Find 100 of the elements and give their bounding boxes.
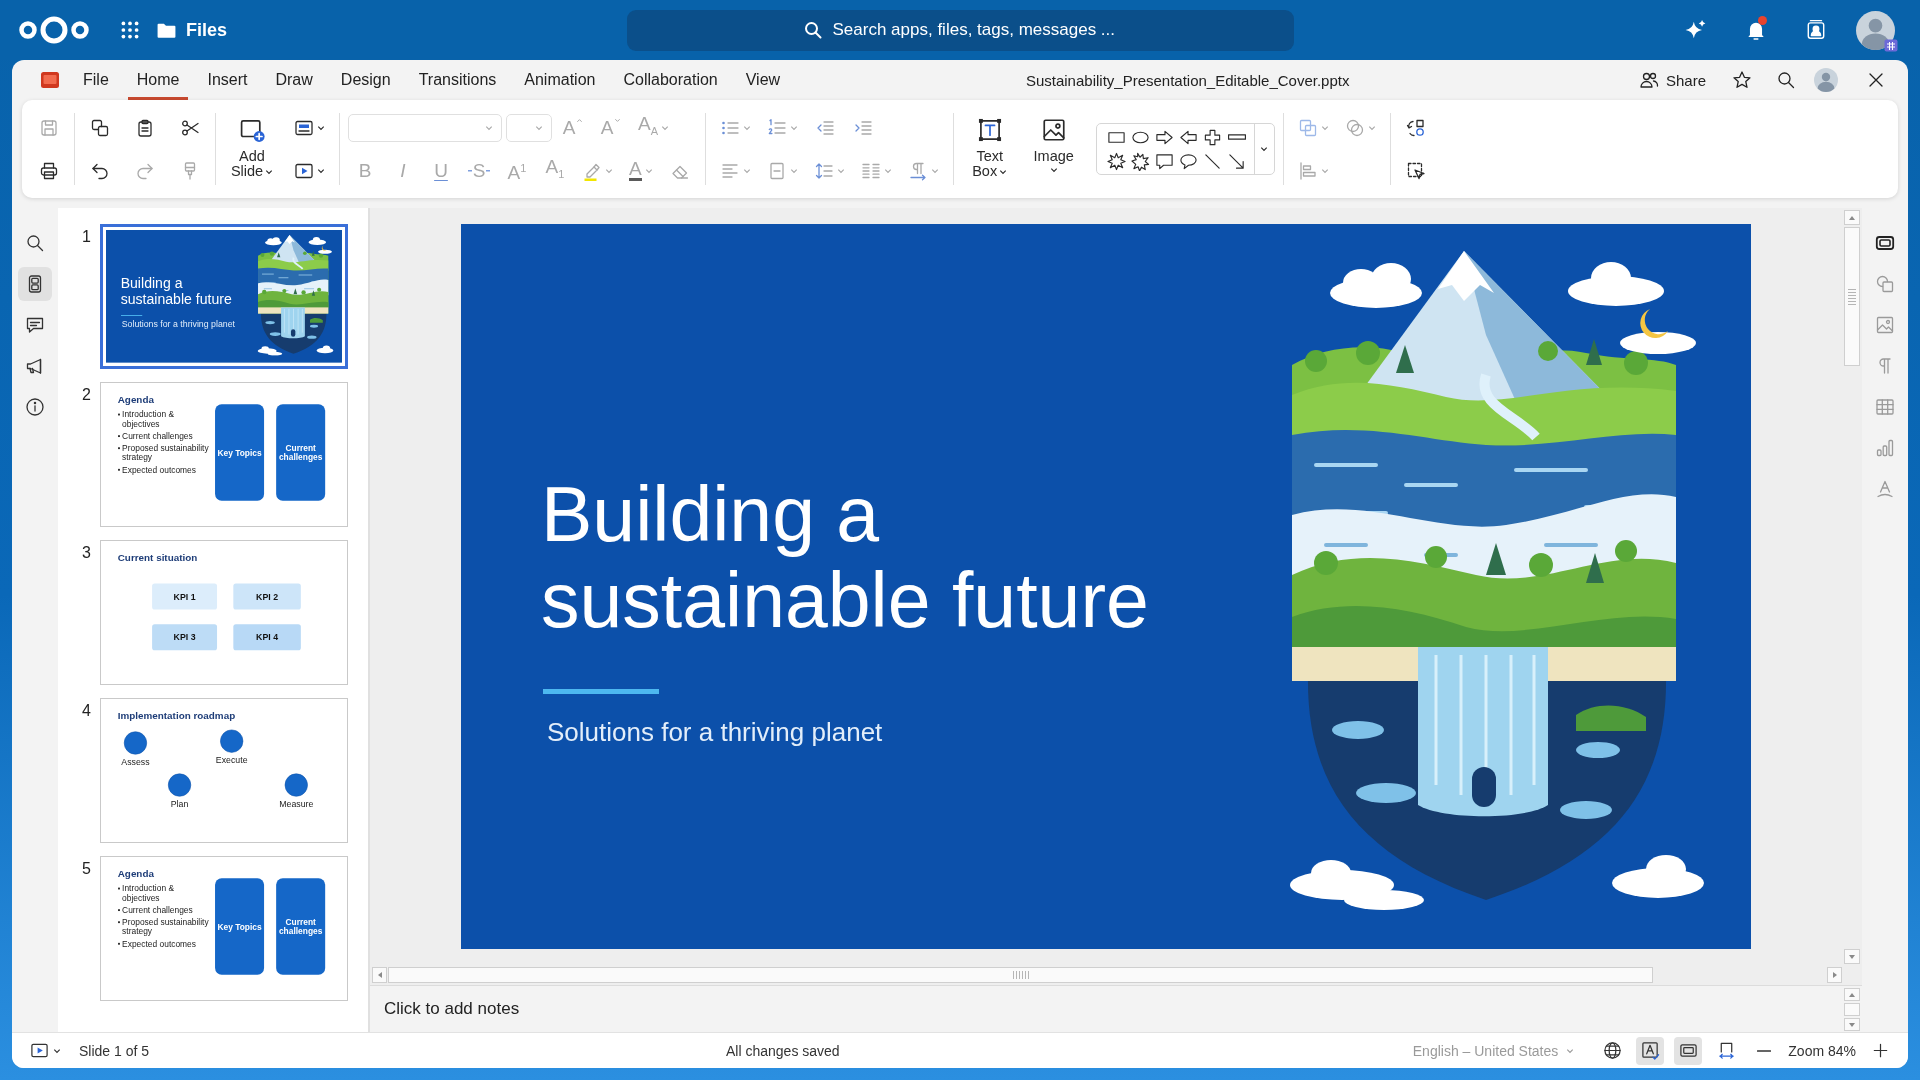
scroll-down-button[interactable] bbox=[1844, 949, 1860, 964]
three-rings-logo[interactable] bbox=[18, 15, 90, 45]
search-icon bbox=[1776, 70, 1796, 90]
diagonal-arrow-icon bbox=[1227, 151, 1247, 171]
slide-thumbnail[interactable]: Current situation KPI 1 KPI 2 KPI 3 KPI 4 bbox=[100, 540, 348, 685]
user-avatar[interactable] bbox=[1856, 10, 1895, 50]
document-title: Sustainability_Presentation_Editable_Cover.pptx bbox=[1025, 71, 1350, 89]
bullet-text: Proposed sustainability strategy bbox=[121, 442, 210, 462]
fit-slide-button[interactable] bbox=[1674, 1036, 1703, 1065]
stacked-squares-icon bbox=[1297, 117, 1318, 138]
star-icon bbox=[1732, 70, 1752, 90]
slide-title: Building a sustainable future bbox=[120, 275, 233, 307]
caret-icon bbox=[1049, 166, 1058, 174]
clipboard-icon bbox=[135, 117, 155, 138]
step-label: Execute bbox=[215, 754, 248, 765]
files-link[interactable]: Files bbox=[156, 19, 228, 41]
notes-field[interactable]: Click to add notes bbox=[370, 986, 1842, 1032]
add-slide-button[interactable]: Add Slide bbox=[224, 109, 280, 189]
kpi-tile: KPI 3 bbox=[151, 623, 217, 650]
overlapping-squares-icon bbox=[90, 117, 110, 138]
minus-bar-icon bbox=[1227, 134, 1246, 140]
menu-tab[interactable]: File bbox=[74, 60, 118, 100]
caret-icon bbox=[789, 166, 798, 175]
step-circle bbox=[167, 773, 191, 797]
bullet-text: Introduction & objectives bbox=[121, 883, 175, 903]
step-circle bbox=[123, 730, 147, 754]
scroll-right-button[interactable] bbox=[1827, 967, 1842, 983]
spell-check-button[interactable] bbox=[1636, 1036, 1665, 1065]
slide-frame-icon bbox=[1875, 233, 1895, 253]
slide-heading: Agenda bbox=[117, 867, 154, 880]
scrollbar-thumb[interactable] bbox=[388, 967, 1654, 983]
triangle-down-icon bbox=[1848, 1020, 1856, 1029]
slide-heading: Current situation bbox=[117, 551, 197, 564]
scrollbar-thumb[interactable] bbox=[1844, 227, 1860, 366]
caret-icon bbox=[999, 168, 1008, 176]
menu-tab[interactable]: Transitions bbox=[409, 60, 506, 100]
caret-icon bbox=[485, 123, 493, 132]
step-label: Assess bbox=[120, 756, 150, 767]
globe-icon bbox=[1602, 1041, 1622, 1060]
topic-card: Current challenges bbox=[275, 877, 325, 975]
caret-icon bbox=[742, 123, 751, 132]
caret-icon bbox=[317, 123, 325, 132]
user-avatar[interactable] bbox=[1814, 68, 1838, 92]
align-objects-icon bbox=[1297, 160, 1318, 181]
slides-panel-button[interactable] bbox=[18, 267, 52, 301]
scroll-up-button[interactable] bbox=[1844, 988, 1860, 1001]
caret-icon bbox=[265, 168, 274, 176]
kpi-tile: KPI 2 bbox=[232, 583, 301, 609]
menu-tab[interactable]: Draw bbox=[266, 60, 322, 100]
topic-card: Key Topics bbox=[214, 877, 264, 975]
scrollbar-thumb[interactable] bbox=[1844, 1003, 1860, 1016]
slide-number: 3 bbox=[82, 543, 92, 563]
caret-icon bbox=[535, 123, 543, 132]
text-box-button[interactable]: Text Box bbox=[961, 109, 1018, 189]
caret-icon bbox=[661, 123, 670, 132]
menu-tab[interactable]: Collaboration bbox=[614, 60, 727, 100]
caret-up-icon bbox=[576, 116, 584, 124]
slide-thumbnail[interactable]: Building a sustainable future Solutions for a thriving planet bbox=[100, 224, 348, 369]
play-screen-icon bbox=[30, 1041, 49, 1060]
rounded-callout-icon bbox=[1179, 151, 1199, 171]
slide-subtitle: Solutions for a thriving planet bbox=[121, 319, 235, 330]
scroll-up-button[interactable] bbox=[1844, 210, 1860, 225]
slide-heading: Implementation roadmap bbox=[117, 709, 235, 722]
line-icon bbox=[1203, 151, 1223, 171]
image-button[interactable]: Image bbox=[1025, 109, 1082, 189]
bullet-text: Expected outcomes bbox=[121, 464, 196, 474]
slide-thumbnail[interactable]: Implementation roadmap Assess Plan Execute Measure bbox=[100, 698, 348, 843]
menu-tab[interactable]: Insert bbox=[198, 60, 257, 100]
caret-icon bbox=[605, 166, 613, 175]
search-field[interactable]: Search apps, files, tags, messages ... bbox=[626, 9, 1294, 51]
search-icon bbox=[25, 233, 45, 253]
caret-icon bbox=[836, 166, 845, 175]
caret-icon bbox=[789, 123, 798, 132]
circle-square-icon bbox=[1875, 274, 1895, 294]
menu-tab[interactable]: View bbox=[736, 60, 790, 100]
pilcrow-arrow-icon bbox=[907, 160, 928, 181]
starburst-icon bbox=[1107, 151, 1127, 171]
menu-tab[interactable]: Animation bbox=[515, 60, 605, 100]
slide-thumbnail[interactable]: Agenda Introduction & objectives Current challenges Proposed sustainability strategy Expected outcomes Key Topics Current challenges bbox=[100, 382, 348, 527]
step-label: Plan bbox=[170, 798, 188, 809]
caret-icon bbox=[1320, 166, 1329, 175]
spell-check-icon bbox=[1640, 1041, 1660, 1060]
caret-icon bbox=[1566, 1046, 1575, 1055]
scroll-left-button[interactable] bbox=[372, 967, 387, 983]
bullet-text: Current challenges bbox=[121, 430, 193, 441]
bar-chart-icon bbox=[1875, 438, 1895, 458]
slide-thumbnail[interactable]: Agenda Introduction & objectives Current challenges Proposed sustainability strategy Expected outcomes Key Topics Current challenges bbox=[100, 856, 348, 1001]
menu-tab[interactable]: Design bbox=[331, 60, 400, 100]
slide-position: Slide 1 of 5 bbox=[79, 1042, 150, 1059]
dashed-select-cursor-icon bbox=[1405, 160, 1426, 181]
caret-icon bbox=[883, 166, 892, 175]
save-status: All changes saved bbox=[726, 1042, 840, 1059]
share-button[interactable]: Share bbox=[1632, 64, 1712, 96]
topic-card: Current challenges bbox=[275, 403, 325, 501]
bullet-text: Introduction & objectives bbox=[121, 409, 175, 429]
caret-icon bbox=[53, 1046, 61, 1055]
scroll-down-button[interactable] bbox=[1844, 1018, 1860, 1031]
overlapping-circles-icon bbox=[1344, 117, 1365, 138]
starburst-wide-icon bbox=[1131, 151, 1151, 171]
triangle-down-icon bbox=[1848, 952, 1856, 961]
